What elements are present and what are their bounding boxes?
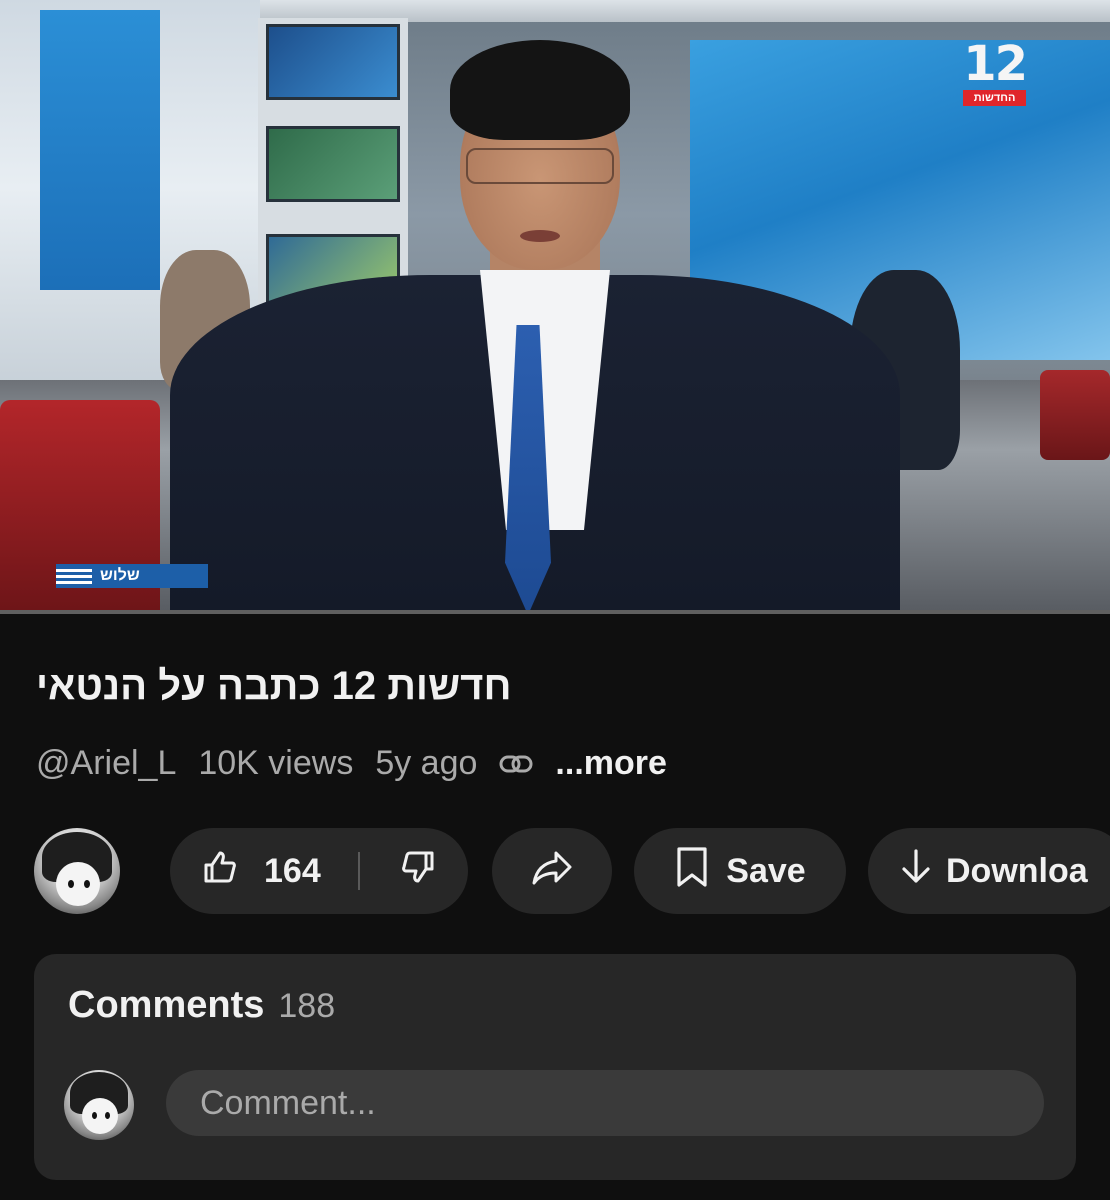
avatar-eye (84, 880, 90, 888)
studio-blue-panel (40, 10, 160, 290)
lower-third-tag: שלוש (56, 564, 208, 588)
download-label: Downloa (946, 851, 1088, 890)
download-arrow-icon (900, 847, 932, 896)
like-count: 164 (264, 851, 321, 890)
thumbs-down-icon (398, 851, 438, 895)
lower-third-lines-icon (56, 568, 92, 584)
avatar-eye (105, 1112, 110, 1119)
download-button[interactable]: Downloa (868, 828, 1110, 914)
avatar-eye (68, 880, 74, 888)
avatar-eye (92, 1112, 97, 1119)
bookmark-icon (674, 846, 710, 897)
comments-panel[interactable]: Comments 188 (34, 954, 1076, 1180)
anchor-glasses (466, 148, 614, 184)
studio-red-chair (1040, 370, 1110, 460)
video-meta-row[interactable]: @Ariel_L 10K views 5y ago ...more (36, 744, 667, 783)
avatar-face (82, 1098, 118, 1134)
like-button[interactable]: 164 (200, 847, 321, 896)
thumbs-up-icon (200, 847, 240, 896)
save-label: Save (726, 851, 806, 890)
video-player[interactable]: 12 החדשות שלוש (0, 0, 1110, 612)
save-button[interactable]: Save (634, 828, 846, 914)
news-anchor (150, 20, 910, 612)
video-progress-bar[interactable] (0, 610, 1110, 614)
anchor-hair (450, 40, 630, 140)
action-row: 164 Save Downloa (34, 828, 1110, 914)
comment-input[interactable] (166, 1070, 1044, 1136)
dislike-button[interactable] (398, 847, 438, 896)
logo-text: החדשות (963, 90, 1026, 106)
logo-number: 12 (963, 36, 1028, 92)
comments-label: Comments (68, 984, 265, 1026)
share-button[interactable] (492, 828, 612, 914)
share-arrow-icon (530, 847, 574, 896)
anchor-mouth (520, 230, 560, 242)
video-title: חדשות 12 כתבה על הנטאי (36, 664, 512, 708)
channel-12-logo: 12 החדשות (963, 36, 1028, 106)
lower-third-text: שלוש (100, 567, 140, 584)
view-count: 10K views (198, 744, 354, 782)
link-icon (499, 753, 533, 775)
more-button[interactable]: ...more (555, 744, 666, 783)
comments-count: 188 (278, 987, 336, 1025)
upload-age: 5y ago (375, 744, 478, 782)
comments-header: Comments 188 (68, 984, 335, 1027)
avatar-face (56, 862, 100, 906)
channel-avatar[interactable] (34, 828, 120, 914)
channel-handle[interactable]: @Ariel_L (36, 744, 176, 783)
user-avatar (64, 1070, 134, 1140)
like-dislike-group: 164 (170, 828, 468, 914)
like-dislike-divider (358, 852, 361, 890)
